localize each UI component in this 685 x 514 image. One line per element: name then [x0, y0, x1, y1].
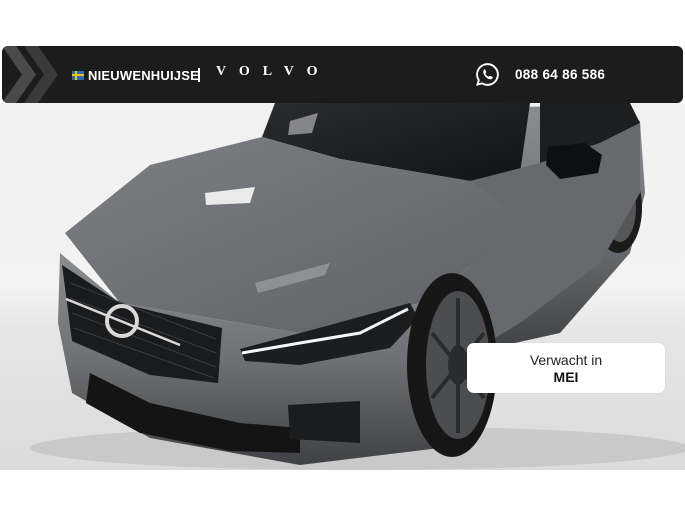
- availability-badge: Verwacht in MEI: [467, 343, 665, 393]
- phone-number[interactable]: 088 64 86 586: [515, 67, 605, 82]
- dealer-logo[interactable]: NIEUWENHUIJSE: [72, 66, 199, 84]
- badge-month: MEI: [553, 369, 579, 385]
- car-illustration: [30, 103, 685, 470]
- badge-label: Verwacht in: [529, 352, 603, 368]
- chevron-decoration-icon: [2, 46, 58, 103]
- swedish-flag-icon: [72, 70, 84, 80]
- dealer-name: NIEUWENHUIJSE: [88, 67, 199, 83]
- car-photo: [0, 103, 685, 470]
- whatsapp-icon[interactable]: [475, 62, 500, 87]
- header-banner: NIEUWENHUIJSE VOLVO 088 64 86 586: [2, 46, 683, 103]
- header-divider: [198, 68, 200, 82]
- phone-contact[interactable]: 088 64 86 586: [475, 62, 605, 87]
- brand-logo[interactable]: VOLVO: [216, 64, 331, 80]
